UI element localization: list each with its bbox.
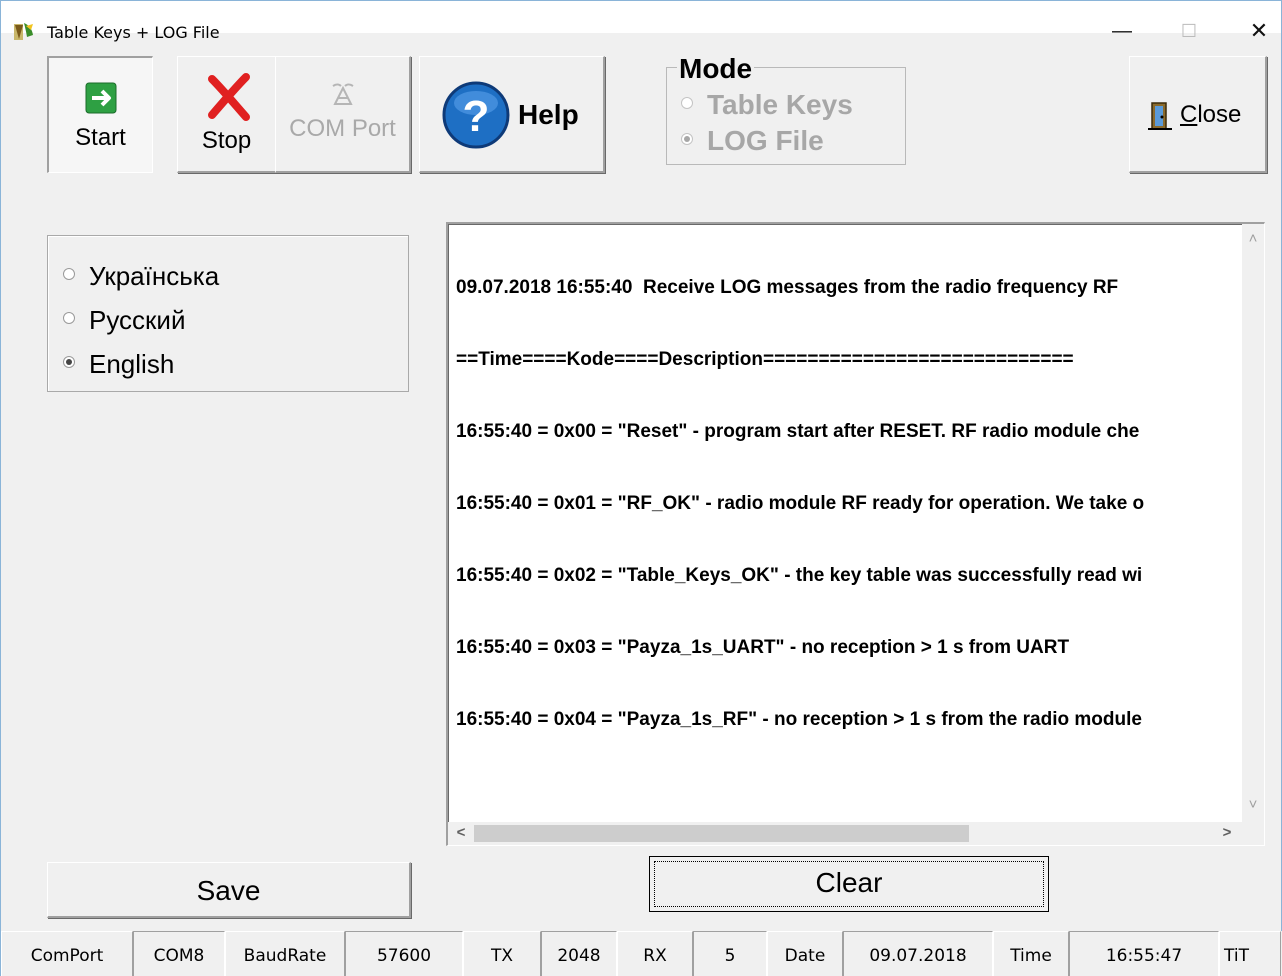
status-baudrate-label: BaudRate [225, 931, 345, 976]
language-label: Русский [89, 305, 186, 335]
log-line: 16:55:40 = 0x03 = "Payza_1s_UART" - no r… [456, 637, 1070, 658]
svg-text:?: ? [463, 92, 490, 141]
app-icon [14, 23, 33, 40]
status-date-value: 09.07.2018 [843, 931, 993, 976]
log-line: 16:55:40 = 0x02 = "Table_Keys_OK" - the … [456, 565, 1143, 586]
help-label: Help [518, 99, 579, 130]
language-label: Українська [89, 261, 220, 291]
log-lines: 09.07.2018 16:55:40 Receive LOG messages… [456, 228, 1242, 818]
status-tx-value: 2048 [541, 931, 617, 976]
mode-option-label: LOG File [707, 125, 824, 156]
main-window: Table Keys + LOG File — ☐ ✕ Start Stop C… [0, 0, 1282, 976]
status-baudrate-value: 57600 [345, 931, 463, 976]
mode-option-table-keys: Table Keys [681, 89, 853, 121]
mode-group-title: Mode [677, 53, 755, 85]
status-comport-label: ComPort [1, 931, 133, 976]
status-rx-value: 5 [693, 931, 767, 976]
language-option-english[interactable]: English [63, 349, 174, 380]
maximize-button[interactable]: ☐ [1166, 15, 1212, 47]
stop-label: Stop [201, 127, 252, 154]
save-button[interactable]: Save [47, 862, 411, 918]
com-port-label: COM Port [289, 115, 396, 142]
minimize-button[interactable]: — [1099, 15, 1145, 47]
arrow-right-icon [85, 82, 117, 114]
log-line: 16:55:40 = 0x00 = "Reset" - program star… [456, 421, 1140, 442]
status-bar: ComPort COM8 BaudRate 57600 TX 2048 RX 5… [1, 931, 1282, 976]
log-line: 16:55:40 = 0x04 = "Payza_1s_RF" - no rec… [456, 709, 1142, 730]
log-line: 16:55:40 = 0x01 = "RF_OK" - radio module… [456, 493, 1145, 514]
radio-icon[interactable] [63, 312, 75, 325]
scroll-down-icon[interactable]: ˅ [1242, 794, 1264, 816]
close-label: Close [1180, 101, 1241, 129]
language-option-ukrainian[interactable]: Українська [63, 261, 219, 292]
radio-selected-icon[interactable] [63, 356, 75, 369]
help-icon: ? [442, 81, 510, 149]
radio-selected-icon [681, 132, 693, 145]
horizontal-scrollbar[interactable]: < > [448, 822, 1264, 845]
log-text-area[interactable]: 09.07.2018 16:55:40 Receive LOG messages… [446, 222, 1265, 846]
start-button[interactable]: Start [47, 56, 153, 173]
mode-option-log-file: LOG File [681, 125, 824, 157]
com-port-icon [332, 83, 354, 105]
radio-icon[interactable] [63, 268, 75, 281]
door-exit-icon [1148, 102, 1172, 130]
help-button[interactable]: ? Help [419, 56, 605, 173]
status-tx-label: TX [463, 931, 541, 976]
close-mnemonic: C [1180, 101, 1198, 128]
status-comport-value: COM8 [133, 931, 225, 976]
scroll-left-icon[interactable]: < [450, 822, 472, 844]
status-date-label: Date [767, 931, 843, 976]
language-option-russian[interactable]: Русский [63, 305, 185, 336]
com-port-button[interactable]: COM Port [275, 56, 411, 173]
title-bar[interactable]: Table Keys + LOG File — ☐ ✕ [1, 1, 1281, 43]
stop-button[interactable]: Stop [177, 56, 277, 173]
log-line: ==Time====Kode====Description===========… [456, 349, 1074, 370]
clear-label: Clear [815, 867, 883, 898]
scroll-up-icon[interactable]: ˄ [1242, 228, 1264, 250]
red-x-icon [208, 73, 250, 121]
mode-option-label: Table Keys [707, 89, 853, 120]
start-label: Start [75, 124, 126, 151]
log-line: 09.07.2018 16:55:40 Receive LOG messages… [456, 277, 1119, 298]
status-rx-label: RX [617, 931, 693, 976]
close-window-button[interactable]: ✕ [1236, 15, 1282, 47]
window-title: Table Keys + LOG File [47, 23, 220, 42]
status-extra-label: TiT [1219, 931, 1281, 976]
close-app-button[interactable]: Close [1129, 56, 1267, 173]
language-label: English [89, 349, 175, 379]
save-label: Save [196, 875, 261, 906]
scroll-right-icon[interactable]: > [1216, 822, 1238, 844]
horizontal-scroll-thumb[interactable] [474, 825, 969, 842]
status-time-label: Time [993, 931, 1069, 976]
radio-icon [681, 96, 693, 109]
clear-button[interactable]: Clear [649, 856, 1049, 912]
status-time-value: 16:55:47 [1069, 931, 1219, 976]
vertical-scrollbar[interactable]: ˄ ˅ [1242, 224, 1264, 822]
close-label-rest: lose [1197, 101, 1242, 128]
